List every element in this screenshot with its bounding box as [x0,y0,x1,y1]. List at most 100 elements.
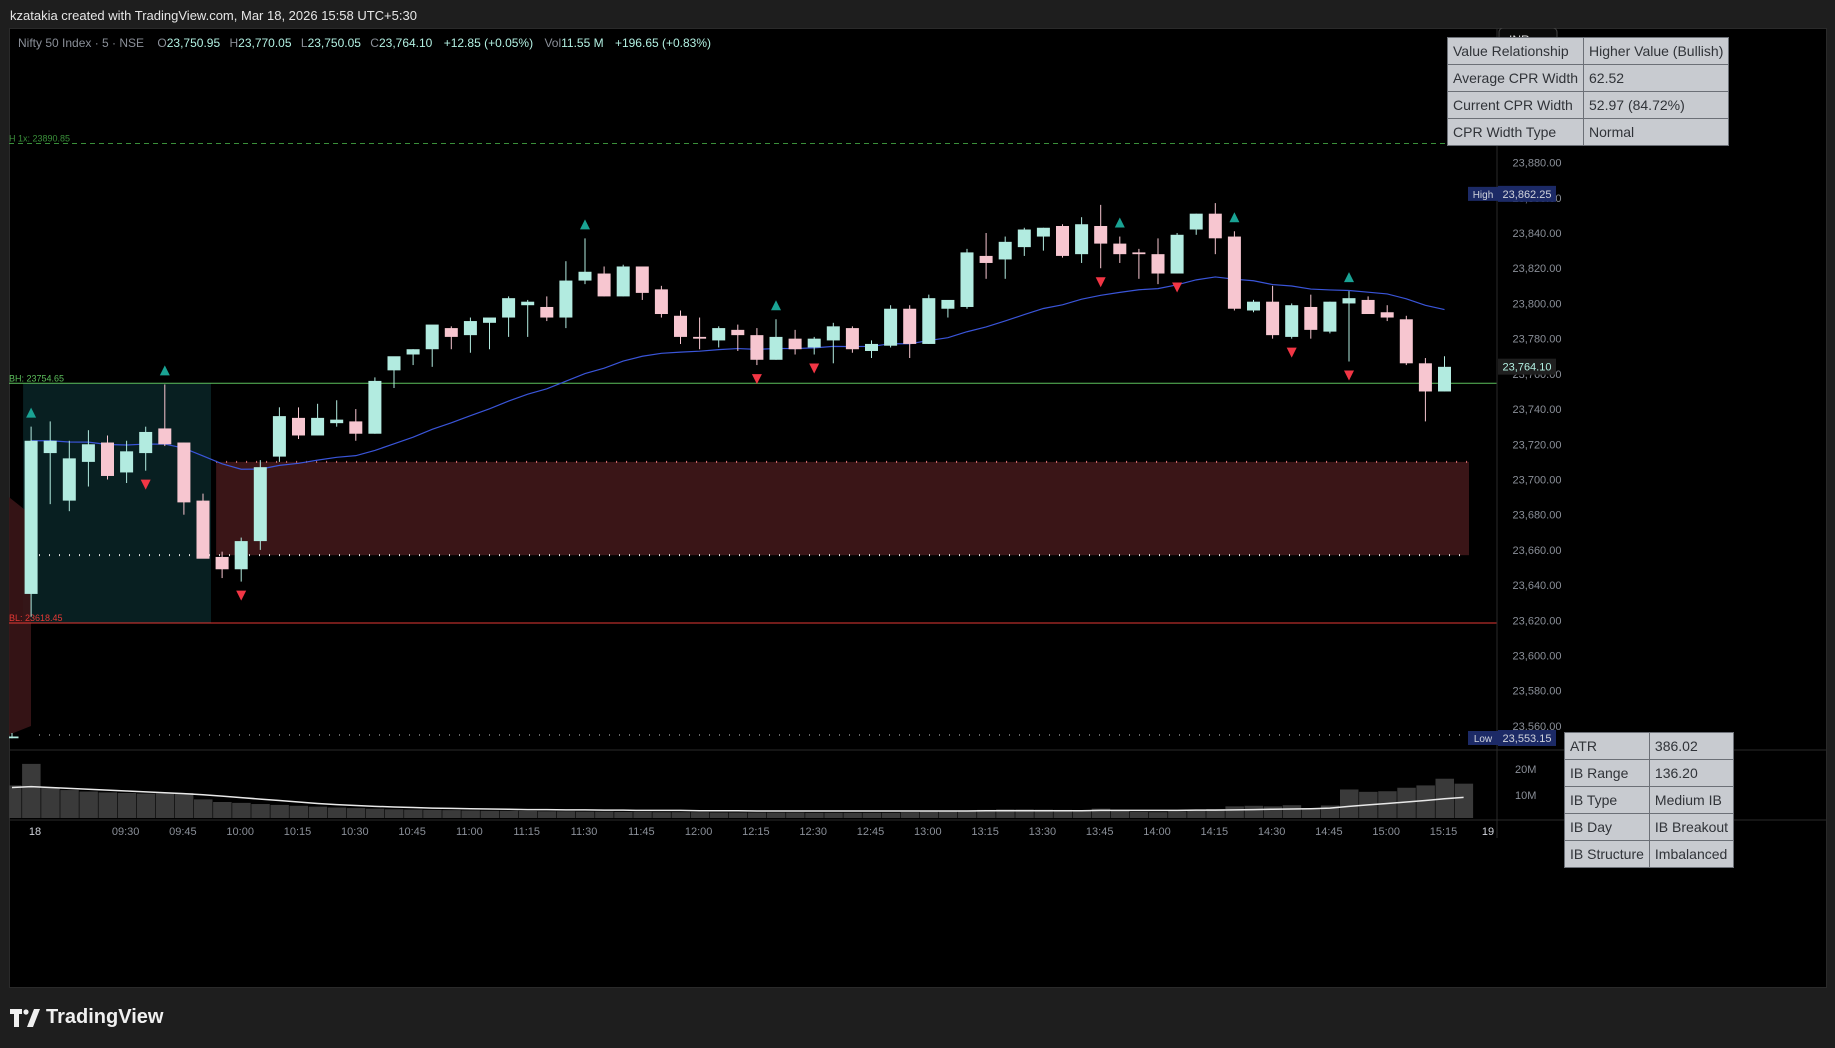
candle [1438,356,1451,392]
x-tick-label: 11:45 [628,826,655,838]
candle-body [922,298,936,344]
x-tick-label: 12:15 [742,826,770,838]
x-tick-label: 13:15 [971,826,999,838]
stat-label: IB Type [1564,786,1650,814]
open-value: 23,750.95 [166,36,221,50]
candle [731,324,745,351]
x-tick-label: 09:30 [112,826,140,838]
candle-body [139,431,153,454]
volume-bar [633,811,652,818]
table-row: Average CPR Width 62.52 [1446,64,1730,92]
last-price-tag-value: 23,764.10 [1503,362,1552,374]
candle [654,285,668,318]
x-tick-label: 19 [1482,826,1494,838]
stat-label: IB Structure [1564,840,1650,868]
price-chart[interactable]: H 1x: 23890.85 BH: 23754.65 BL: 23618.45 2… [9,28,1827,988]
volume-bar [155,793,175,818]
candle [559,261,573,329]
candle [1094,204,1108,269]
y-tick-label: 23,780.00 [1513,334,1562,346]
x-tick-label: 15:15 [1430,826,1458,838]
y-tick-label: 23,640.00 [1513,580,1562,592]
candle-body [425,324,439,350]
candle [444,326,458,350]
y-tick-label: 23,740.00 [1513,404,1562,416]
x-tick-label: 13:30 [1029,826,1057,838]
y-tick-label: 23,840.00 [1513,228,1562,240]
candle-body [1304,306,1318,330]
candle [1227,231,1241,311]
cpr-band [216,461,1470,556]
candle [1380,305,1394,322]
candle-body [1170,234,1184,274]
volume-bar [767,812,786,818]
candle [998,236,1012,279]
candle-body [1094,225,1108,244]
symbol-legend: Nifty 50 Index · 5 · NSE O23,750.95 H23,… [18,36,711,50]
candle-body [559,280,573,318]
sell-signal-arrow [1095,277,1106,288]
volume-bar [423,809,442,818]
candle [903,305,917,359]
candle [578,238,592,285]
candle-body [43,440,57,454]
candle-body [1399,319,1413,364]
buy-signal-arrow [1229,212,1240,223]
y-tick-label: 23,620.00 [1513,615,1562,627]
buy-signal-arrow [159,365,170,376]
symbol-name[interactable]: Nifty 50 Index · 5 · NSE [18,36,144,50]
candle [826,322,840,364]
volume-bar [938,811,958,818]
stat-label: CPR Width Type [1446,118,1585,146]
stat-label: Average CPR Width [1446,64,1585,92]
table-row: IB Type Medium IB [1564,786,1735,814]
candle [979,233,993,279]
sell-signal-arrow [751,374,762,385]
candle-body [253,467,267,542]
buy-signal-arrow [580,219,590,230]
volume-bar [1110,811,1130,818]
volume-bar [900,812,920,818]
volume-bar [537,811,557,818]
candle-body [1438,366,1451,392]
volume-bar [480,810,499,818]
candle-body [330,419,344,424]
candle [616,264,630,297]
candle-body [81,444,95,462]
volume-value: 11.55 M [561,36,604,50]
volume-tick-label: 10M [1515,790,1536,802]
volume-bar [843,812,862,818]
volume-bar [862,812,881,818]
candle-body [788,338,802,350]
candle-body [1113,243,1127,255]
volume-bar [365,808,385,818]
buy-signal-arrow [1114,217,1125,228]
buy-signal-arrow [771,300,781,311]
stat-value: Normal [1583,118,1730,146]
y-tick-label: 23,660.00 [1513,545,1562,557]
candle [24,426,38,617]
candle-body [502,298,516,318]
sell-signal-arrow [1172,282,1183,293]
candle-body [387,356,401,371]
candle [483,317,496,350]
candle [502,296,516,337]
candle-body [463,321,477,336]
candle [941,299,955,318]
candle-body [234,541,248,570]
volume-bar [327,807,347,818]
sell-signal-arrow [1344,370,1354,381]
low-label: L [300,36,308,50]
candle-body [368,380,382,434]
candle [1285,303,1299,339]
candle [1036,227,1050,251]
volume-bar [270,804,289,818]
candle [1189,213,1203,235]
volume-bar [1168,811,1187,818]
volume-bar [881,812,901,818]
candle [406,349,420,366]
brand-name: TradingView [46,1006,164,1028]
tradingview-logo[interactable]: TradingView [10,1006,163,1029]
table-row: ATR 386.02 [1564,732,1735,760]
sell-signal-arrow [809,363,820,374]
